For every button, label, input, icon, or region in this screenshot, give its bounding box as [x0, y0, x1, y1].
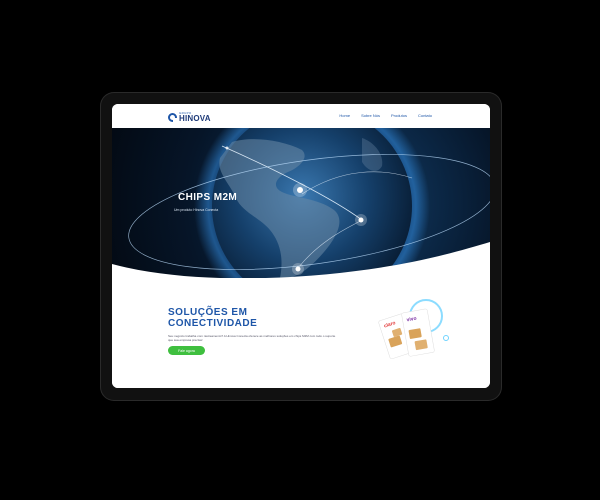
logo[interactable]: GRUPO HINOVA: [168, 110, 211, 124]
nav-item-contato[interactable]: Contato: [418, 113, 432, 118]
nav-item-sobre[interactable]: Sobre Nós: [361, 113, 380, 118]
hero-subtitle: Um produto Hinova Conecta: [174, 208, 219, 212]
section-title-line1: SOLUÇÕES EM: [168, 307, 248, 318]
sim-chip-icon: claro vivo: [378, 299, 449, 360]
section-text: Seu negócio trabalha com rastreamento? A…: [168, 334, 336, 342]
section-title: SOLUÇÕES EM CONECTIVIDADE: [168, 307, 257, 329]
logo-text: GRUPO HINOVA: [179, 111, 211, 123]
hero-title: CHIPS M2M: [178, 192, 238, 203]
section-title-line2: CONECTIVIDADE: [168, 318, 258, 329]
nav-item-home[interactable]: Home: [339, 113, 350, 118]
tablet-screen: GRUPO HINOVA Home Sobre Nós Produtos Con…: [112, 104, 490, 388]
globe-illustration: [112, 128, 490, 278]
logo-big-text: HINOVA: [179, 113, 211, 123]
logo-icon: [168, 112, 177, 122]
nav-item-produtos[interactable]: Produtos: [391, 113, 407, 118]
nav-menu: Home Sobre Nós Produtos Contato: [339, 113, 432, 118]
tablet-frame: GRUPO HINOVA Home Sobre Nós Produtos Con…: [100, 92, 502, 401]
hero-banner: CHIPS M2M Um produto Hinova Conecta: [112, 128, 490, 278]
top-nav: GRUPO HINOVA Home Sobre Nós Produtos Con…: [112, 104, 490, 128]
cta-button[interactable]: Fale agora: [168, 346, 205, 355]
